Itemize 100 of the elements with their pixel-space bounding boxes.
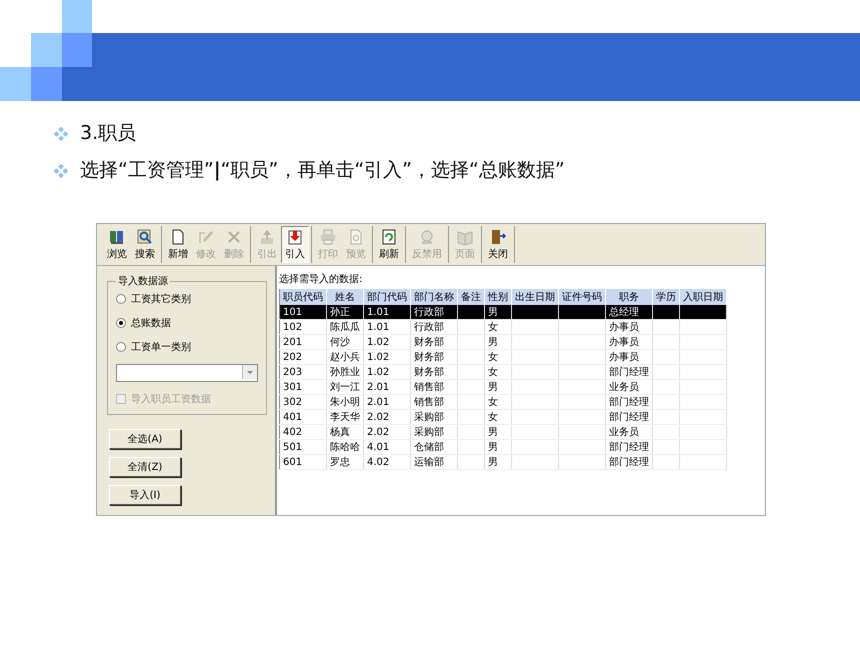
table-cell: 男 bbox=[484, 424, 512, 440]
table-cell: 陈瓜瓜 bbox=[326, 320, 364, 334]
table-cell: 401 bbox=[280, 410, 326, 424]
toolbar-button[interactable]: 搜索 bbox=[131, 226, 159, 263]
table-caption: 选择需导入的数据: bbox=[279, 272, 364, 286]
table-cell: 男 bbox=[484, 454, 512, 470]
refresh-icon bbox=[380, 228, 398, 246]
table-cell: 部门经理 bbox=[606, 394, 652, 410]
table-cell: 罗忠 bbox=[326, 454, 364, 470]
table-cell: 601 bbox=[280, 454, 326, 470]
edit-icon bbox=[197, 228, 215, 246]
table-cell: 行政部 bbox=[410, 320, 458, 334]
table-cell: 2.01 bbox=[364, 394, 410, 410]
column-header[interactable]: 部门代码 bbox=[364, 289, 410, 305]
bullet-text: 选择“工资管理”|“职员”，再单击“引入”，选择“总账数据” bbox=[80, 158, 565, 183]
table-cell: 1.02 bbox=[364, 334, 410, 350]
table-cell: 总经理 bbox=[606, 305, 652, 320]
table-cell: 财务部 bbox=[410, 334, 458, 350]
dropdown-field[interactable] bbox=[116, 364, 258, 382]
table-cell: 1.01 bbox=[364, 305, 410, 320]
table-cell: 女 bbox=[484, 320, 512, 334]
table-cell: 采购部 bbox=[410, 424, 458, 440]
column-header[interactable]: 性别 bbox=[484, 289, 512, 305]
table-cell: 部门经理 bbox=[606, 440, 652, 454]
action-button[interactable]: 导入(I) bbox=[109, 485, 181, 505]
table-cell: 部门经理 bbox=[606, 454, 652, 470]
export-icon bbox=[258, 228, 276, 246]
exit-door-icon bbox=[489, 228, 507, 246]
table-cell: 行政部 bbox=[410, 305, 458, 320]
column-header[interactable]: 备注 bbox=[458, 289, 484, 305]
toolbar-button[interactable]: 关闭 bbox=[484, 226, 512, 263]
table-cell: 财务部 bbox=[410, 364, 458, 380]
table-cell: 4.02 bbox=[364, 454, 410, 470]
action-button[interactable]: 全清(Z) bbox=[109, 457, 181, 477]
table-cell: 朱小明 bbox=[326, 394, 364, 410]
column-header[interactable]: 学历 bbox=[652, 289, 680, 305]
column-header[interactable]: 职务 bbox=[606, 289, 652, 305]
radio-label: 工资其它类别 bbox=[131, 292, 191, 306]
table-cell: 销售部 bbox=[410, 380, 458, 394]
radio-button[interactable] bbox=[116, 318, 126, 328]
table-cell: 孙正 bbox=[326, 305, 364, 320]
table-cell: 刘一江 bbox=[326, 380, 364, 394]
table-cell: 501 bbox=[280, 440, 326, 454]
table-cell: 203 bbox=[280, 364, 326, 380]
search-icon bbox=[136, 228, 154, 246]
table-cell: 部门经理 bbox=[606, 410, 652, 424]
table-cell: 1.02 bbox=[364, 364, 410, 380]
bullet-text: 3.职员 bbox=[80, 121, 136, 146]
action-button[interactable]: 全选(A) bbox=[109, 429, 181, 449]
table-cell: 2.02 bbox=[364, 424, 410, 440]
table-cell: 仓储部 bbox=[410, 440, 458, 454]
table-cell: 男 bbox=[484, 440, 512, 454]
table-cell: 孙胜业 bbox=[326, 364, 364, 380]
radio-button[interactable] bbox=[116, 294, 126, 304]
table-cell: 102 bbox=[280, 320, 326, 334]
table-cell: 女 bbox=[484, 410, 512, 424]
radio-label: 工资单一类别 bbox=[131, 340, 191, 354]
table-cell: 财务部 bbox=[410, 350, 458, 364]
table-cell: 201 bbox=[280, 334, 326, 350]
column-header[interactable]: 入职日期 bbox=[680, 289, 726, 305]
toolbar-button[interactable]: 浏览 bbox=[103, 226, 131, 263]
toolbar-button[interactable]: 新增 bbox=[164, 226, 192, 263]
table-cell: 部门经理 bbox=[606, 364, 652, 380]
checkbox-label: 导入职员工资数据 bbox=[131, 392, 211, 406]
column-header[interactable]: 姓名 bbox=[326, 289, 364, 305]
table-cell: 4.01 bbox=[364, 440, 410, 454]
table-cell: 杨真 bbox=[326, 424, 364, 440]
column-header[interactable]: 部门名称 bbox=[410, 289, 458, 305]
table-cell: 女 bbox=[484, 364, 512, 380]
table-cell: 301 bbox=[280, 380, 326, 394]
table-cell: 办事员 bbox=[606, 350, 652, 364]
table-cell: 陈哈哈 bbox=[326, 440, 364, 454]
table-cell: 101 bbox=[280, 305, 326, 320]
table-cell: 办事员 bbox=[606, 320, 652, 334]
table-cell: 女 bbox=[484, 350, 512, 364]
book-icon bbox=[108, 228, 126, 246]
table-cell: 李天华 bbox=[326, 410, 364, 424]
table-cell: 赵小兵 bbox=[326, 350, 364, 364]
table-cell: 男 bbox=[484, 305, 512, 320]
table-cell: 202 bbox=[280, 350, 326, 364]
table-cell: 销售部 bbox=[410, 394, 458, 410]
radio-button[interactable] bbox=[116, 342, 126, 352]
table-cell: 2.01 bbox=[364, 380, 410, 394]
table-cell: 1.01 bbox=[364, 320, 410, 334]
toolbar-button[interactable]: 引入 bbox=[281, 226, 309, 263]
radio-label: 总账数据 bbox=[131, 316, 171, 330]
table-cell: 男 bbox=[484, 380, 512, 394]
column-header[interactable]: 证件号码 bbox=[558, 289, 606, 305]
table-cell: 业务员 bbox=[606, 424, 652, 440]
table-cell: 1.02 bbox=[364, 350, 410, 364]
table-cell: 女 bbox=[484, 394, 512, 410]
printer-icon bbox=[319, 228, 337, 246]
toolbar-button[interactable]: 刷新 bbox=[375, 226, 403, 263]
column-header[interactable]: 职员代码 bbox=[280, 289, 326, 305]
import-icon bbox=[286, 228, 304, 246]
column-header[interactable]: 出生日期 bbox=[512, 289, 558, 305]
table-cell: 302 bbox=[280, 394, 326, 410]
table-cell: 何沙 bbox=[326, 334, 364, 350]
diamond-bullet-icon bbox=[54, 126, 68, 140]
table-cell: 男 bbox=[484, 334, 512, 350]
